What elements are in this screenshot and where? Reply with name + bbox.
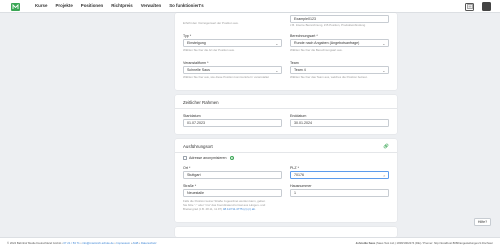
berechnungsart-select[interactable]: Runde nach Angaben (Angebotsanfrage) ⌄ bbox=[290, 39, 389, 47]
help-text-top-left: Erhöht den Vorzeigenwert der Position au… bbox=[183, 21, 239, 25]
footer-phone-link[interactable]: 07 21 / 53 71 bbox=[63, 241, 79, 245]
chevron-down-icon: ⌄ bbox=[275, 41, 279, 46]
enddatum-label: Enddatum bbox=[290, 114, 307, 118]
zeitlicher-rahmen-card: Zeitlicher Rahmen Startdatum 01.07.2023 … bbox=[175, 95, 397, 134]
nav-kurse[interactable]: Kurse bbox=[35, 3, 47, 8]
info-icon[interactable]: i bbox=[230, 156, 235, 161]
chevron-down-icon: ⌄ bbox=[382, 68, 386, 73]
ausfuehrungsort-card: Ausführungsort Adresse anonymisieren i O… bbox=[175, 139, 397, 222]
main-nav: Kurse Projekte Positionen Richtpreis Ver… bbox=[35, 3, 204, 8]
team-label: Team bbox=[290, 61, 299, 65]
page-footer: © 2024 Bahnhof Medie Deutschland GmbH • … bbox=[0, 237, 500, 246]
veranstaltform-label: Veranstaltform * bbox=[183, 61, 209, 65]
clear-icon[interactable]: × bbox=[383, 172, 385, 178]
field-top-right[interactable]: Example0123 bbox=[290, 15, 389, 23]
hausnummer-input[interactable]: 1 bbox=[290, 189, 389, 197]
nav-verwalten[interactable]: Verwalten bbox=[141, 3, 162, 8]
berechnungsart-help: Wählen Sie hier die Berechnungsart aus. bbox=[290, 48, 343, 52]
anonymize-address-checkbox[interactable] bbox=[183, 156, 187, 160]
plz-label: PLZ * bbox=[290, 166, 299, 170]
footer-agb-link[interactable]: AGB bbox=[133, 241, 139, 245]
next-section-card bbox=[175, 227, 397, 237]
footer-email-link[interactable]: info@mietmich-schule.de bbox=[82, 241, 113, 245]
chevron-down-icon: ⌄ bbox=[275, 68, 279, 73]
nav-projekte[interactable]: Projekte bbox=[55, 3, 72, 8]
footer-impressum-link[interactable]: Impressum bbox=[116, 241, 130, 245]
team-help: Wählen Sie hier das Team aus, welches di… bbox=[290, 75, 368, 79]
strasse-input[interactable]: Neuestalle bbox=[183, 189, 282, 197]
footer-right: Johnstile Saus (Saus Test Ltd.) 1938/190… bbox=[355, 241, 493, 245]
team-select[interactable]: Team 4 ⌄ bbox=[290, 66, 389, 74]
footer-datenschutz-link[interactable]: Datenschutz bbox=[141, 241, 157, 245]
plz-input[interactable]: 70176 × bbox=[290, 171, 389, 179]
startdatum-input[interactable]: 01.07.2023 bbox=[183, 119, 282, 127]
user-avatar[interactable] bbox=[482, 2, 491, 11]
chevron-down-icon: ⌄ bbox=[382, 41, 386, 46]
top-right-actions bbox=[465, 2, 491, 11]
position-details-card: Erhöht den Vorzeigenwert der Position au… bbox=[175, 13, 397, 90]
mlm-logo-icon[interactable] bbox=[11, 3, 20, 11]
ort-input[interactable]: Stuttgart bbox=[183, 171, 282, 179]
typ-select[interactable]: Einsteigung ⌄ bbox=[183, 39, 282, 47]
help-text-top-right: z.B. Interne Bezeichnung, Z.B Position, … bbox=[290, 23, 366, 27]
startdatum-label: Startdatum bbox=[183, 114, 201, 118]
zeitlicher-rahmen-title: Zeitlicher Rahmen bbox=[183, 100, 219, 105]
help-widget-icon[interactable] bbox=[465, 2, 474, 11]
hausnummer-label: Hausnummer bbox=[290, 184, 312, 188]
strasse-label: Straße * bbox=[183, 184, 197, 188]
hilfe-button[interactable]: Hilfe? bbox=[474, 218, 491, 226]
nav-richtpreis[interactable]: Richtpreis bbox=[111, 3, 132, 8]
typ-label: Typ * bbox=[183, 34, 192, 38]
strasse-help-line-3: Breitengrad (z.B. 48.11, 11.97) 48.117/1… bbox=[183, 207, 256, 211]
card-divider bbox=[175, 108, 397, 109]
nav-so-funktionierts[interactable]: So funktioniert's bbox=[169, 3, 203, 8]
nav-positionen[interactable]: Positionen bbox=[81, 3, 103, 8]
berechnungsart-label: Berechnungsart * bbox=[290, 34, 318, 38]
ort-label: Ort * bbox=[183, 166, 191, 170]
enddatum-input[interactable]: 30.01.2024 bbox=[290, 119, 389, 127]
footer-left: © 2024 Bahnhof Medie Deutschland GmbH • … bbox=[7, 241, 157, 245]
coordinates-link[interactable]: 48.117/11.4775 (c) (c) ab. bbox=[223, 207, 256, 211]
top-navigation-bar: Kurse Projekte Positionen Richtpreis Ver… bbox=[0, 0, 500, 13]
veranstaltform-help: Wählen Sie hier aus, wie diese Position … bbox=[183, 75, 269, 79]
card-divider bbox=[175, 152, 397, 153]
ausfuehrungsort-title: Ausführungsort bbox=[183, 144, 213, 149]
anonymize-address-label: Adresse anonymisieren bbox=[189, 156, 227, 160]
veranstaltform-select[interactable]: Schnelle Saus ⌄ bbox=[183, 66, 282, 74]
link-icon[interactable] bbox=[383, 143, 389, 149]
typ-help: Wählen Sie hier die Art der Position aus… bbox=[183, 48, 235, 52]
